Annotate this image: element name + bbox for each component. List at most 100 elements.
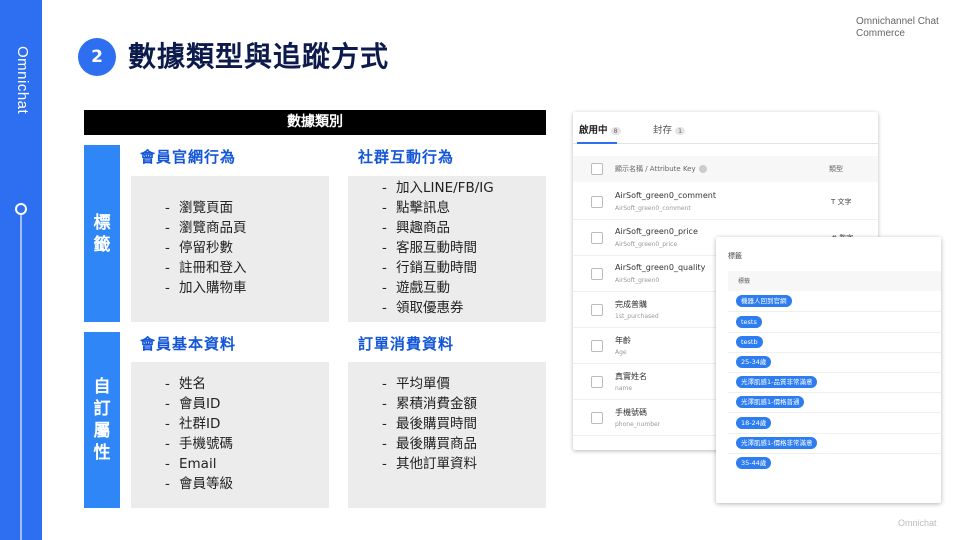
- attribute-type-label: 文字: [837, 198, 852, 206]
- column-header-type: 類型: [829, 165, 843, 173]
- tag-chip[interactable]: 18-24歲: [736, 417, 772, 429]
- column-header-name: 顯示名稱 / Attribute Key: [615, 164, 707, 174]
- row-checkbox[interactable]: [591, 196, 603, 208]
- attribute-name: 年齡: [615, 336, 631, 345]
- list-item: 遊戲互動: [382, 278, 546, 298]
- row-checkbox[interactable]: [591, 412, 603, 424]
- attribute-name: AirSoft_green0_price: [615, 227, 698, 236]
- tags-panel-title: 標籤: [728, 252, 742, 260]
- group-title-social-behavior: 社群互動行為: [358, 148, 455, 166]
- group-box-web-behavior: 瀏覽頁面 瀏覽商品頁 停留秒數 註冊和登入 加入購物車: [131, 176, 329, 322]
- list-item: 瀏覽商品頁: [165, 218, 329, 238]
- attribute-key: Age: [615, 349, 627, 356]
- list-item: 手機號碼: [165, 434, 329, 454]
- row-divider: [728, 311, 941, 312]
- attribute-key: 1st_purchased: [615, 313, 659, 320]
- list-item: Email: [165, 454, 329, 474]
- table-row[interactable]: AirSoft_green0_comment AirSoft_green0_co…: [573, 184, 878, 220]
- list-item: 其他訂單資料: [382, 454, 546, 474]
- tab-count: 1: [675, 126, 686, 135]
- tab-underline: [577, 142, 617, 144]
- attribute-key: AirSoft_green0_comment: [615, 205, 691, 212]
- row-checkbox[interactable]: [591, 232, 603, 244]
- row-checkbox[interactable]: [591, 304, 603, 316]
- page-title: 數據類型與追蹤方式: [128, 40, 390, 73]
- tab-label: 封存: [653, 125, 673, 136]
- row-label-char: 屬: [93, 421, 111, 441]
- tag-chip[interactable]: 機器人回到官網: [736, 295, 792, 307]
- row-checkbox[interactable]: [591, 268, 603, 280]
- attribute-name: AirSoft_green0_quality: [615, 263, 706, 272]
- select-all-checkbox[interactable]: [591, 163, 603, 175]
- list-item: 姓名: [165, 374, 329, 394]
- tab-count: 8: [610, 126, 621, 135]
- tag-chip[interactable]: 25-34歲: [736, 356, 772, 368]
- attribute-name: 完成普購: [615, 300, 647, 309]
- row-divider: [728, 352, 941, 353]
- group-box-social-behavior: 加入LINE/FB/IG 點擊訊息 興趣商品 客服互動時間 行銷互動時間 遊戲互…: [348, 176, 546, 322]
- row-divider: [728, 412, 941, 413]
- row-divider: [728, 453, 941, 454]
- row-checkbox[interactable]: [591, 376, 603, 388]
- row-divider: [728, 372, 941, 373]
- row-divider: [728, 332, 941, 333]
- attribute-tabs: 啟用中 8 封存 1: [573, 112, 878, 144]
- group-title-order-data: 訂單消費資料: [358, 335, 455, 353]
- list-item: 停留秒數: [165, 238, 329, 258]
- row-label-char: 自: [93, 377, 111, 397]
- tag-chip[interactable]: tests: [736, 316, 762, 328]
- list-item: 平均單價: [382, 374, 546, 394]
- brand-logo-vertical: Omnichat: [14, 46, 31, 115]
- progress-line: [20, 212, 22, 540]
- list-item: 會員ID: [165, 394, 329, 414]
- list-item: 領取優惠券: [382, 298, 546, 318]
- column-header-tag: 標籤: [738, 278, 751, 285]
- attribute-type: T 文字: [831, 197, 852, 207]
- list-item: 累積消費金額: [382, 394, 546, 414]
- tag-chip[interactable]: testb: [736, 336, 763, 348]
- tab-active[interactable]: 啟用中 8: [579, 122, 621, 136]
- tag-chip[interactable]: 光澤肌感1-價格普通: [736, 396, 805, 408]
- row-divider: [728, 392, 941, 393]
- tags-table-header: 標籤: [728, 271, 941, 291]
- attribute-key: phone_number: [615, 421, 661, 428]
- attribute-name: AirSoft_green0_comment: [615, 191, 716, 200]
- list-item: 瀏覽頁面: [165, 198, 329, 218]
- attribute-name: 手機號碼: [615, 408, 647, 417]
- attributes-table-header: 顯示名稱 / Attribute Key 類型: [573, 156, 878, 182]
- row-label-char: 籤: [93, 234, 111, 255]
- attribute-key: AirSoft_green0: [615, 277, 660, 284]
- progress-dot-icon: [15, 203, 27, 215]
- group-box-member-profile: 姓名 會員ID 社群ID 手機號碼 Email 會員等級: [131, 362, 329, 508]
- row-checkbox[interactable]: [591, 340, 603, 352]
- row-label-char: 性: [93, 443, 111, 463]
- attribute-key: name: [615, 385, 633, 392]
- list-item: 註冊和登入: [165, 258, 329, 278]
- list-item: 加入購物車: [165, 278, 329, 298]
- brand-tagline: Omnichannel Chat Commerce: [856, 16, 939, 39]
- section-number-badge: 2: [78, 38, 116, 76]
- tag-chip[interactable]: 光澤肌感1-價格非常滿意: [736, 437, 818, 449]
- attribute-name: 真實姓名: [615, 372, 647, 381]
- info-icon: [698, 165, 707, 173]
- list-item: 會員等級: [165, 474, 329, 494]
- list-item: 社群ID: [165, 414, 329, 434]
- list-item: 興趣商品: [382, 218, 546, 238]
- tags-panel: 標籤 標籤 機器人回到官網 tests testb 25-34歲 光澤肌感1-品…: [716, 237, 941, 503]
- tag-chip[interactable]: 光澤肌感1-品質非常滿意: [736, 376, 818, 388]
- tab-archived[interactable]: 封存 1: [653, 122, 686, 136]
- tag-chip[interactable]: 35-44歲: [736, 457, 772, 469]
- group-title-member-profile: 會員基本資料: [140, 335, 237, 353]
- row-label-tags: 標 籤: [84, 145, 120, 322]
- brand-footer-logo: Omnichat: [898, 518, 937, 528]
- list-item: 客服互動時間: [382, 238, 546, 258]
- list-item: 點擊訊息: [382, 198, 546, 218]
- attribute-key: AirSoft_green0_price: [615, 241, 678, 248]
- list-item: 最後購買時間: [382, 414, 546, 434]
- tab-label: 啟用中: [579, 125, 608, 136]
- column-header-label: 顯示名稱 / Attribute Key: [615, 165, 696, 173]
- row-divider: [728, 433, 941, 434]
- category-header: 數據類別: [84, 110, 546, 135]
- list-item: 加入LINE/FB/IG: [382, 178, 546, 198]
- row-label-char: 標: [93, 212, 111, 233]
